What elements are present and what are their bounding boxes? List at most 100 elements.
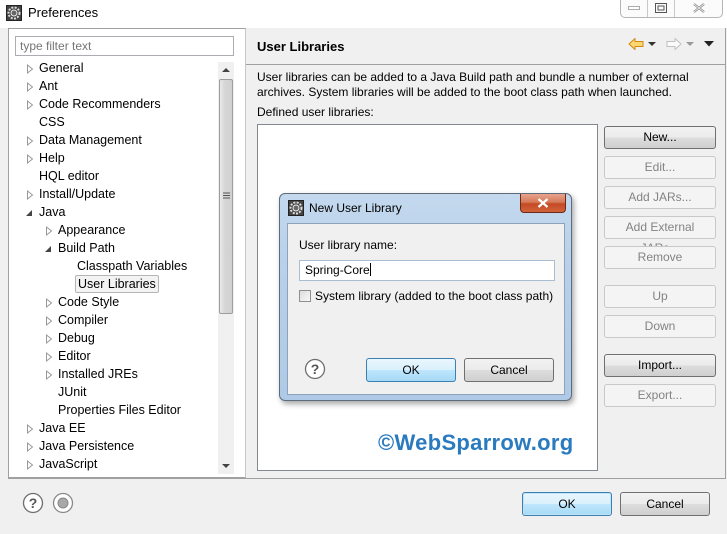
page-description: User libraries can be added to a Java Bu… — [257, 70, 689, 99]
collapsed-twisty-icon[interactable] — [25, 442, 35, 452]
tree-item[interactable]: HQL editor — [9, 168, 219, 186]
tree-scrollbar[interactable] — [218, 62, 234, 474]
system-library-checkbox[interactable] — [299, 290, 311, 302]
collapsed-twisty-icon[interactable] — [25, 82, 35, 92]
collapsed-twisty-icon[interactable] — [25, 154, 35, 164]
dialog-cancel-button[interactable]: Cancel — [464, 358, 554, 382]
tree-item-label: Appearance — [58, 223, 126, 237]
maximize-button[interactable] — [648, 0, 675, 17]
tree-item-label: Compiler — [58, 313, 109, 327]
collapsed-twisty-icon[interactable] — [44, 226, 54, 236]
tree-item[interactable]: Java Persistence — [9, 438, 219, 456]
tree-item[interactable]: Installed JREs — [9, 366, 219, 384]
tree-item[interactable]: Code Style — [9, 294, 219, 312]
tree-item[interactable]: Help — [9, 150, 219, 168]
expanded-twisty-icon[interactable] — [44, 244, 54, 254]
tree-item[interactable]: Appearance — [9, 222, 219, 240]
library-name-label: User library name: — [299, 238, 398, 252]
collapsed-twisty-icon[interactable] — [25, 190, 35, 200]
page-header: User Libraries — [246, 28, 726, 65]
add-external-jars-button[interactable]: Add External JARs... — [604, 216, 716, 255]
tree-item[interactable]: Editor — [9, 348, 219, 366]
gear-icon — [6, 5, 22, 21]
collapsed-twisty-icon[interactable] — [44, 352, 54, 362]
filter-input[interactable] — [15, 36, 234, 56]
back-arrow-icon[interactable] — [628, 38, 644, 50]
tree-item-label: Java — [39, 205, 66, 219]
tree-item-label: Properties Files Editor — [58, 403, 181, 417]
collapsed-twisty-icon[interactable] — [44, 316, 54, 326]
tree-item[interactable]: Debug — [9, 330, 219, 348]
new-user-library-dialog: New User Library User library name: Spri… — [279, 193, 572, 401]
import-button[interactable]: Import... — [604, 354, 716, 377]
window-controls — [620, 0, 723, 18]
down-button[interactable]: Down — [604, 315, 716, 338]
dialog-body: User library name: Spring-Core System li… — [287, 223, 565, 395]
tree-item[interactable]: JavaScript — [9, 456, 219, 474]
collapsed-twisty-icon[interactable] — [25, 100, 35, 110]
collapsed-twisty-icon[interactable] — [25, 424, 35, 434]
page-navigation — [628, 38, 714, 50]
add-jars-button[interactable]: Add JARs... — [604, 186, 716, 209]
expanded-twisty-icon[interactable] — [25, 208, 35, 218]
tree-item[interactable]: Java — [9, 204, 219, 222]
tree-item-label: Installed JREs — [58, 367, 138, 381]
tree-item[interactable]: Properties Files Editor — [9, 402, 219, 420]
tree-item[interactable]: Java EE — [9, 420, 219, 438]
tree-item[interactable]: Code Recommenders — [9, 96, 219, 114]
help-icon[interactable]: ? — [22, 492, 44, 514]
tree-item[interactable]: Data Management — [9, 132, 219, 150]
title-bar: Preferences — [0, 0, 727, 28]
collapsed-twisty-icon[interactable] — [44, 334, 54, 344]
scroll-down-icon[interactable] — [222, 464, 230, 469]
forward-dropdown-icon[interactable] — [686, 41, 694, 47]
tree-item-label: Debug — [58, 331, 95, 345]
new-button[interactable]: New... — [604, 126, 716, 149]
close-icon — [692, 3, 705, 13]
tree-item[interactable]: User Libraries — [9, 275, 219, 294]
dialog-title: New User Library — [309, 201, 402, 215]
tree-item[interactable]: JUnit — [9, 384, 219, 402]
view-menu-icon[interactable] — [704, 41, 714, 47]
minimize-icon — [628, 6, 640, 10]
up-button[interactable]: Up — [604, 285, 716, 308]
tree-item-label: Code Style — [58, 295, 120, 309]
collapsed-twisty-icon[interactable] — [25, 64, 35, 74]
library-name-input[interactable]: Spring-Core — [299, 260, 555, 281]
collapsed-twisty-icon[interactable] — [25, 460, 35, 470]
ok-button[interactable]: OK — [522, 492, 612, 516]
close-button[interactable] — [675, 0, 722, 17]
dialog-close-button[interactable] — [520, 194, 566, 213]
export-button[interactable]: Export... — [604, 384, 716, 407]
forward-arrow-icon[interactable] — [666, 38, 682, 50]
dialog-ok-button[interactable]: OK — [366, 358, 456, 382]
cancel-button[interactable]: Cancel — [620, 492, 710, 516]
record-macro-icon[interactable] — [52, 492, 74, 514]
collapsed-twisty-icon[interactable] — [25, 136, 35, 146]
tree-item[interactable]: General — [9, 60, 219, 78]
collapsed-twisty-icon[interactable] — [44, 370, 54, 380]
system-library-option[interactable]: System library (added to the boot class … — [299, 289, 553, 303]
tree-item-label: Install/Update — [39, 187, 116, 201]
library-name-value: Spring-Core — [305, 263, 370, 277]
tree-item[interactable]: Ant — [9, 78, 219, 96]
tree-item[interactable]: Build Path — [9, 240, 219, 258]
footer-divider — [8, 478, 726, 479]
tree-item[interactable]: Install/Update — [9, 186, 219, 204]
tree-item[interactable]: Compiler — [9, 312, 219, 330]
remove-button[interactable]: Remove — [604, 246, 716, 269]
collapsed-twisty-icon[interactable] — [44, 298, 54, 308]
scroll-thumb[interactable] — [219, 79, 233, 314]
preferences-window: Preferences General Ant Code Recommenders C… — [0, 0, 727, 534]
scroll-up-icon[interactable] — [222, 68, 230, 73]
tree-item[interactable]: Classpath Variables — [9, 258, 219, 276]
help-icon[interactable]: ? — [304, 358, 326, 380]
tree-item-label: HQL editor — [39, 169, 99, 183]
edit-button[interactable]: Edit... — [604, 156, 716, 179]
svg-text:?: ? — [29, 495, 38, 511]
grip-icon — [223, 192, 230, 199]
system-library-label: System library (added to the boot class … — [315, 289, 554, 303]
back-dropdown-icon[interactable] — [648, 41, 656, 47]
minimize-button[interactable] — [621, 0, 648, 17]
tree-item[interactable]: CSS — [9, 114, 219, 132]
